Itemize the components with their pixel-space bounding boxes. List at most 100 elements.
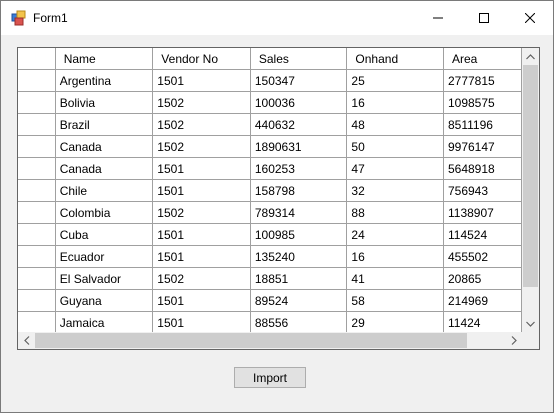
- cell-vendor-no[interactable]: 1501: [152, 179, 251, 202]
- cell-sales[interactable]: 100036: [250, 91, 348, 114]
- cell-sales[interactable]: 135240: [250, 245, 348, 268]
- cell-name[interactable]: Guyana: [55, 289, 154, 312]
- table-row[interactable]: Bolivia 1502 100036 16 1098575: [18, 91, 522, 114]
- row-header-cell[interactable]: [18, 311, 56, 332]
- scroll-right-button[interactable]: [505, 332, 522, 349]
- cell-name[interactable]: Chile: [55, 179, 154, 202]
- cell-sales[interactable]: 440632: [250, 113, 348, 136]
- cell-name[interactable]: Canada: [55, 135, 154, 158]
- horizontal-scrollbar[interactable]: [18, 332, 522, 349]
- cell-area[interactable]: 756943: [443, 179, 522, 202]
- cell-vendor-no[interactable]: 1502: [152, 267, 251, 290]
- cell-name[interactable]: Bolivia: [55, 91, 154, 114]
- close-button[interactable]: [507, 1, 553, 35]
- cell-vendor-no[interactable]: 1501: [152, 245, 251, 268]
- cell-sales[interactable]: 88556: [250, 311, 348, 332]
- table-row[interactable]: Colombia 1502 789314 88 1138907: [18, 201, 522, 224]
- cell-area[interactable]: 2777815: [443, 69, 522, 92]
- cell-vendor-no[interactable]: 1501: [152, 69, 251, 92]
- cell-onhand[interactable]: 50: [346, 135, 444, 158]
- cell-onhand[interactable]: 47: [346, 157, 444, 180]
- cell-onhand[interactable]: 48: [346, 113, 444, 136]
- row-header-cell[interactable]: [18, 91, 56, 114]
- cell-vendor-no[interactable]: 1502: [152, 113, 251, 136]
- cell-sales[interactable]: 158798: [250, 179, 348, 202]
- cell-area[interactable]: 8511196: [443, 113, 522, 136]
- cell-sales[interactable]: 18851: [250, 267, 348, 290]
- cell-sales[interactable]: 1890631: [250, 135, 348, 158]
- cell-onhand[interactable]: 16: [346, 91, 444, 114]
- data-grid[interactable]: Name Vendor No Sales Onhand Area Argenti…: [17, 47, 540, 350]
- cell-vendor-no[interactable]: 1502: [152, 135, 251, 158]
- title-bar[interactable]: Form1: [1, 1, 553, 35]
- cell-area[interactable]: 214969: [443, 289, 522, 312]
- scroll-left-button[interactable]: [18, 332, 35, 349]
- table-row[interactable]: Ecuador 1501 135240 16 455502: [18, 245, 522, 268]
- vertical-scrollbar[interactable]: [522, 48, 539, 332]
- cell-name[interactable]: Argentina: [55, 69, 154, 92]
- column-header-onhand[interactable]: Onhand: [346, 48, 444, 70]
- table-row[interactable]: Canada 1501 160253 47 5648918: [18, 157, 522, 180]
- table-row[interactable]: Argentina 1501 150347 25 2777815: [18, 69, 522, 92]
- scroll-up-button[interactable]: [522, 48, 539, 65]
- cell-area[interactable]: 9976147: [443, 135, 522, 158]
- row-header-cell[interactable]: [18, 245, 56, 268]
- cell-onhand[interactable]: 25: [346, 69, 444, 92]
- row-header-cell[interactable]: [18, 223, 56, 246]
- cell-onhand[interactable]: 16: [346, 245, 444, 268]
- column-header-vendor-no[interactable]: Vendor No: [152, 48, 251, 70]
- table-row[interactable]: Cuba 1501 100985 24 114524: [18, 223, 522, 246]
- cell-onhand[interactable]: 41: [346, 267, 444, 290]
- table-row[interactable]: Canada 1502 1890631 50 9976147: [18, 135, 522, 158]
- cell-onhand[interactable]: 29: [346, 311, 444, 332]
- cell-vendor-no[interactable]: 1501: [152, 311, 251, 332]
- vertical-scroll-thumb[interactable]: [523, 65, 538, 287]
- scroll-down-button[interactable]: [522, 315, 539, 332]
- table-row[interactable]: Guyana 1501 89524 58 214969: [18, 289, 522, 312]
- row-header-cell[interactable]: [18, 113, 56, 136]
- cell-sales[interactable]: 789314: [250, 201, 348, 224]
- cell-sales[interactable]: 100985: [250, 223, 348, 246]
- cell-name[interactable]: Canada: [55, 157, 154, 180]
- cell-area[interactable]: 20865: [443, 267, 522, 290]
- cell-area[interactable]: 1138907: [443, 201, 522, 224]
- row-header-cell[interactable]: [18, 69, 56, 92]
- table-row[interactable]: Brazil 1502 440632 48 8511196: [18, 113, 522, 136]
- cell-sales[interactable]: 89524: [250, 289, 348, 312]
- cell-name[interactable]: Brazil: [55, 113, 154, 136]
- cell-area[interactable]: 5648918: [443, 157, 522, 180]
- row-header-cell[interactable]: [18, 157, 56, 180]
- cell-name[interactable]: Colombia: [55, 201, 154, 224]
- table-row[interactable]: Chile 1501 158798 32 756943: [18, 179, 522, 202]
- cell-onhand[interactable]: 32: [346, 179, 444, 202]
- top-left-header-cell[interactable]: [18, 48, 56, 70]
- minimize-button[interactable]: [415, 1, 461, 35]
- cell-name[interactable]: El Salvador: [55, 267, 154, 290]
- table-row[interactable]: El Salvador 1502 18851 41 20865: [18, 267, 522, 290]
- cell-vendor-no[interactable]: 1501: [152, 289, 251, 312]
- cell-name[interactable]: Ecuador: [55, 245, 154, 268]
- column-header-sales[interactable]: Sales: [250, 48, 348, 70]
- cell-sales[interactable]: 150347: [250, 69, 348, 92]
- cell-vendor-no[interactable]: 1502: [152, 91, 251, 114]
- cell-vendor-no[interactable]: 1501: [152, 223, 251, 246]
- cell-area[interactable]: 1098575: [443, 91, 522, 114]
- cell-vendor-no[interactable]: 1502: [152, 201, 251, 224]
- cell-area[interactable]: 455502: [443, 245, 522, 268]
- row-header-cell[interactable]: [18, 135, 56, 158]
- cell-onhand[interactable]: 58: [346, 289, 444, 312]
- cell-onhand[interactable]: 88: [346, 201, 444, 224]
- maximize-button[interactable]: [461, 1, 507, 35]
- row-header-cell[interactable]: [18, 179, 56, 202]
- row-header-cell[interactable]: [18, 289, 56, 312]
- row-header-cell[interactable]: [18, 201, 56, 224]
- table-row[interactable]: Jamaica 1501 88556 29 11424: [18, 311, 522, 332]
- row-header-cell[interactable]: [18, 267, 56, 290]
- import-button[interactable]: Import: [234, 367, 306, 388]
- cell-area[interactable]: 114524: [443, 223, 522, 246]
- cell-vendor-no[interactable]: 1501: [152, 157, 251, 180]
- cell-name[interactable]: Cuba: [55, 223, 154, 246]
- column-header-area[interactable]: Area: [443, 48, 522, 70]
- cell-sales[interactable]: 160253: [250, 157, 348, 180]
- cell-onhand[interactable]: 24: [346, 223, 444, 246]
